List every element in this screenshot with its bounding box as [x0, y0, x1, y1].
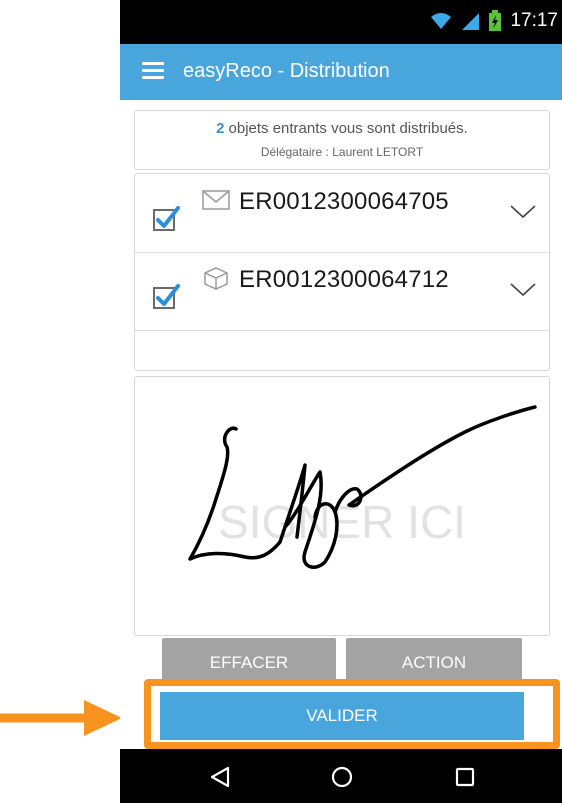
signal-icon: [462, 13, 480, 30]
app-title: easyReco - Distribution: [183, 60, 390, 82]
battery-charging-icon: [489, 10, 502, 31]
summary-message-line: 2 objets entrants vous sont distribués.: [135, 120, 549, 137]
checkbox-checked[interactable]: [152, 204, 180, 232]
clock: 17:17: [510, 10, 558, 31]
item-count: 2: [216, 120, 225, 137]
signature-pad[interactable]: SIGNER ICI: [134, 376, 550, 636]
signature-strokes: [188, 405, 537, 569]
action-button[interactable]: ACTION: [346, 638, 522, 684]
item-reference: ER0012300064705: [239, 188, 449, 215]
chevron-down-icon[interactable]: [509, 204, 537, 220]
status-bar: 17:17: [120, 0, 562, 44]
back-icon[interactable]: [208, 765, 232, 789]
package-icon: [204, 267, 228, 290]
delegate-line: Délégataire : Laurent LETORT: [135, 145, 549, 159]
checkbox-checked[interactable]: [152, 282, 180, 310]
delegate-name: Laurent LETORT: [332, 145, 424, 159]
menu-icon[interactable]: [142, 62, 164, 80]
app-bar: easyReco - Distribution: [120, 44, 562, 100]
list-item[interactable]: ER0012300064705: [135, 174, 549, 253]
distribution-summary: 2 objets entrants vous sont distribués. D…: [134, 110, 550, 170]
orange-arrow-annotation: [0, 700, 122, 736]
chevron-down-icon[interactable]: [509, 282, 537, 298]
empty-list-row: [135, 330, 549, 368]
summary-message: objets entrants vous sont distribués.: [228, 120, 468, 137]
clear-button[interactable]: EFFACER: [162, 638, 336, 684]
item-reference: ER0012300064712: [239, 266, 449, 293]
wifi-icon: [431, 13, 452, 29]
item-list: ER0012300064705 ER0012300064712: [134, 173, 550, 371]
android-nav-bar: [120, 749, 562, 803]
list-item[interactable]: ER0012300064712: [135, 252, 549, 331]
home-icon[interactable]: [330, 765, 354, 789]
envelope-icon: [202, 190, 230, 210]
recent-apps-icon[interactable]: [453, 765, 477, 789]
phone-screen: 17:17 easyReco - Distribution 2 objets en…: [120, 0, 562, 803]
validate-button[interactable]: VALIDER: [160, 692, 524, 740]
delegate-label: Délégataire :: [260, 145, 329, 159]
